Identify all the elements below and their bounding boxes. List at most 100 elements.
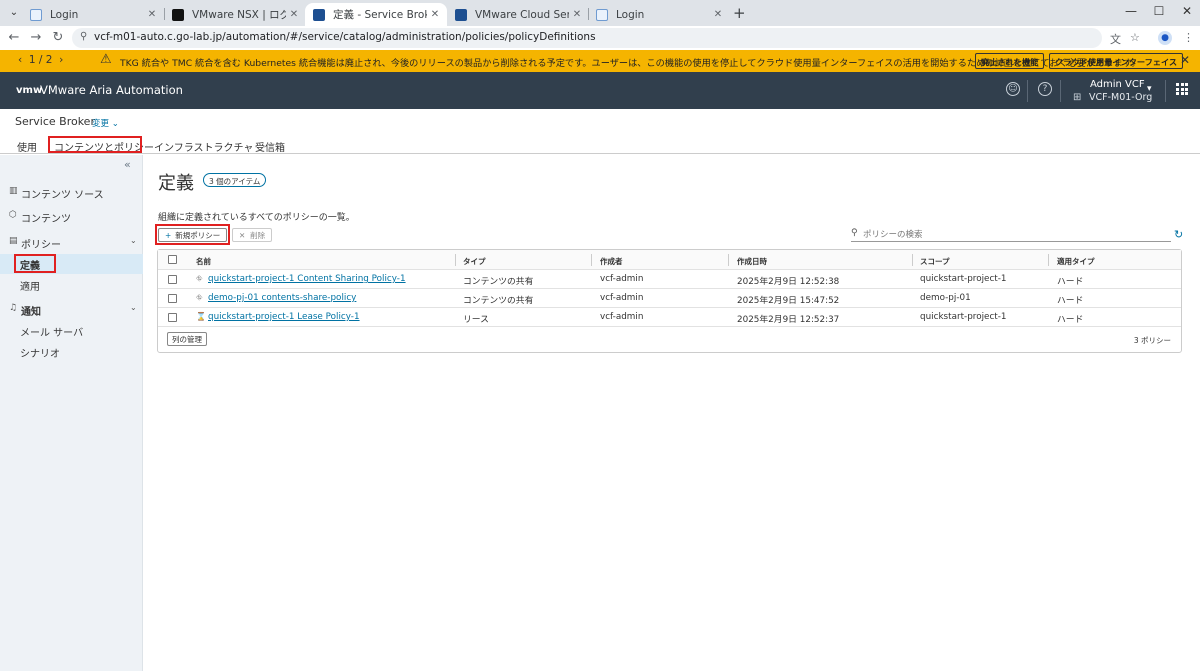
column-divider bbox=[728, 254, 729, 266]
browser-tab-3-active[interactable]: 定義 - Service Broker ✕ bbox=[305, 3, 447, 26]
vmware-favicon-icon bbox=[455, 8, 467, 21]
sidebar-item-enforcement[interactable]: 適用 bbox=[0, 275, 143, 295]
cloud-usage-interface-button[interactable]: クラウド使用量インターフェイス bbox=[1049, 53, 1184, 69]
service-title: Service Broker bbox=[15, 115, 95, 128]
policy-name-link[interactable]: quickstart-project-1 Content Sharing Pol… bbox=[208, 274, 406, 284]
browser-tab-4[interactable]: VMware Cloud Services ✕ bbox=[447, 3, 589, 26]
browser-tab-5[interactable]: Login ✕ bbox=[588, 3, 730, 26]
browser-tab-1[interactable]: Login ✕ bbox=[22, 3, 164, 26]
service-change-link[interactable]: 変更 ⌄ bbox=[92, 117, 119, 129]
delete-label: 削除 bbox=[250, 231, 266, 240]
collapse-sidebar-icon[interactable]: « bbox=[124, 158, 131, 171]
table-header-row: 名前 タイプ 作成者 作成日時 スコープ 適用タイプ bbox=[158, 250, 1181, 270]
user-name[interactable]: Admin VCF bbox=[1090, 79, 1145, 90]
sidebar-item-label: ポリシー bbox=[21, 240, 61, 251]
app-switcher-grid-icon[interactable] bbox=[1176, 83, 1188, 95]
column-header-scope[interactable]: スコープ bbox=[920, 256, 950, 267]
policy-created: 2025年2月9日 15:47:52 bbox=[737, 296, 840, 306]
tab-consume[interactable]: 使用 bbox=[17, 139, 37, 154]
url-omnibox[interactable]: ⚲ vcf-m01-auto.c.go-lab.jp/automation/#/… bbox=[72, 28, 1102, 48]
bookmark-star-icon[interactable]: ☆ bbox=[1130, 31, 1140, 44]
table-row: ⌛ quickstart-project-1 Lease Policy-1 リー… bbox=[158, 308, 1181, 327]
policy-enforcement: ハード bbox=[1057, 296, 1084, 306]
sidebar-item-content[interactable]: ⬡ コンテンツ bbox=[0, 207, 143, 227]
close-icon[interactable]: ✕ bbox=[427, 9, 443, 20]
deprecation-banner: ‹ 1 / 2 › ⚠ TKG 統合や TMC 統合を含む Kubernetes… bbox=[0, 50, 1200, 72]
close-icon[interactable]: ✕ bbox=[569, 9, 585, 20]
forward-arrow-icon[interactable]: → bbox=[28, 30, 44, 45]
tab-search-chevron-icon[interactable]: ⌄ bbox=[6, 5, 22, 21]
sidebar-item-mail-server[interactable]: メール サーバ bbox=[0, 321, 143, 341]
highlight-box-tab bbox=[48, 136, 142, 153]
banner-pager[interactable]: ‹ 1 / 2 › bbox=[18, 54, 63, 66]
policy-created: 2025年2月9日 12:52:37 bbox=[737, 315, 840, 325]
deprecated-features-button[interactable]: 廃止された機能 bbox=[975, 53, 1045, 69]
sidebar-item-label: 通知 bbox=[21, 307, 41, 318]
address-bar: ← → ↻ ⚲ vcf-m01-auto.c.go-lab.jp/automat… bbox=[0, 26, 1200, 50]
main-content: 定義 3 個のアイテム 組織に定義されているすべてのポリシーの一覧。 + 新規ポリ… bbox=[143, 155, 1200, 671]
select-all-checkbox[interactable] bbox=[168, 255, 177, 264]
column-divider bbox=[1048, 254, 1049, 266]
org-name[interactable]: VCF-M01-Org bbox=[1089, 92, 1152, 103]
window-close-icon[interactable]: ✕ bbox=[1180, 4, 1194, 18]
header-divider bbox=[1060, 80, 1061, 102]
item-count-badge: 3 個のアイテム bbox=[203, 173, 267, 187]
policy-type: コンテンツの共有 bbox=[463, 296, 534, 306]
highlight-box-definitions bbox=[14, 254, 56, 273]
policy-name-link[interactable]: demo-pj-01 contents-share-policy bbox=[208, 293, 356, 303]
close-icon[interactable]: ✕ bbox=[144, 9, 160, 20]
browser-tabstrip: ⌄ Login ✕ VMware NSX | ログイン ✕ 定義 - Servi… bbox=[0, 0, 1200, 26]
back-arrow-icon[interactable]: ← bbox=[6, 30, 22, 45]
policy-name-link[interactable]: quickstart-project-1 Lease Policy-1 bbox=[208, 312, 360, 322]
new-tab-plus-icon[interactable]: + bbox=[733, 4, 746, 22]
reload-icon[interactable]: ↻ bbox=[50, 30, 66, 45]
help-icon[interactable]: ? bbox=[1038, 82, 1052, 96]
banner-close-icon[interactable]: ✕ bbox=[1180, 53, 1190, 67]
column-header-type[interactable]: タイプ bbox=[463, 256, 486, 267]
minimize-icon[interactable]: — bbox=[1124, 4, 1138, 18]
policy-scope: quickstart-project-1 bbox=[920, 274, 1007, 284]
column-header-created[interactable]: 作成日時 bbox=[737, 256, 767, 267]
sidebar-group-policies[interactable]: ▤ ポリシー ⌄ bbox=[0, 233, 143, 253]
close-icon: ✕ bbox=[239, 231, 246, 240]
maximize-icon[interactable]: ☐ bbox=[1152, 4, 1166, 18]
sidebar-group-notifications[interactable]: ♫ 通知 ⌄ bbox=[0, 300, 143, 320]
delete-button[interactable]: ✕ 削除 bbox=[232, 228, 273, 242]
manage-columns-button[interactable]: 列の管理 bbox=[167, 332, 207, 346]
profile-avatar-icon[interactable]: ● bbox=[1158, 31, 1172, 45]
row-checkbox[interactable] bbox=[168, 313, 177, 322]
chevron-down-icon: ⌄ bbox=[130, 303, 137, 312]
tab-title: 定義 - Service Broker bbox=[333, 9, 427, 21]
row-checkbox[interactable] bbox=[168, 294, 177, 303]
chevron-down-icon[interactable]: ▾ bbox=[1147, 84, 1152, 94]
site-info-icon[interactable]: ⚲ bbox=[80, 31, 87, 42]
page-title: 定義 bbox=[158, 173, 194, 194]
column-header-name[interactable]: 名前 bbox=[196, 256, 211, 267]
refresh-icon[interactable]: ↻ bbox=[1174, 228, 1183, 241]
sidebar: « ▥ コンテンツ ソース ⬡ コンテンツ ▤ ポリシー ⌄ 定義 適用 ♫ 通… bbox=[0, 155, 143, 671]
row-checkbox[interactable] bbox=[168, 275, 177, 284]
column-header-author[interactable]: 作成者 bbox=[600, 256, 623, 267]
sidebar-item-content-sources[interactable]: ▥ コンテンツ ソース bbox=[0, 183, 143, 203]
column-header-enforcement[interactable]: 適用タイプ bbox=[1057, 256, 1095, 267]
policy-icon: ▤ bbox=[9, 236, 18, 246]
smiley-feedback-icon[interactable]: ☺ bbox=[1006, 82, 1020, 96]
close-icon[interactable]: ✕ bbox=[710, 9, 726, 20]
sidebar-item-label: コンテンツ bbox=[21, 214, 71, 225]
sidebar-item-label: メール サーバ bbox=[20, 328, 84, 339]
close-icon[interactable]: ✕ bbox=[286, 9, 302, 20]
tab-infrastructure[interactable]: インフラストラクチャ bbox=[154, 139, 253, 154]
tab-inbox[interactable]: 受信箱 bbox=[255, 139, 285, 154]
search-input[interactable] bbox=[863, 229, 1163, 241]
url-text[interactable]: vcf-m01-auto.c.go-lab.jp/automation/#/se… bbox=[94, 31, 596, 43]
translate-icon[interactable]: 文 bbox=[1110, 31, 1121, 47]
policy-type: リース bbox=[463, 315, 489, 325]
browser-menu-icon[interactable]: ⋮ bbox=[1183, 31, 1194, 44]
content-source-icon: ▥ bbox=[9, 186, 18, 196]
browser-tab-2[interactable]: VMware NSX | ログイン ✕ bbox=[164, 3, 306, 26]
policy-search[interactable]: ⚲ bbox=[851, 228, 1171, 242]
sidebar-item-scenarios[interactable]: シナリオ bbox=[0, 342, 143, 362]
table-row: ⛗ quickstart-project-1 Content Sharing P… bbox=[158, 270, 1181, 289]
table-footer: 列の管理 3 ポリシー bbox=[158, 328, 1181, 352]
sharing-policy-icon: ⛗ bbox=[196, 274, 203, 283]
